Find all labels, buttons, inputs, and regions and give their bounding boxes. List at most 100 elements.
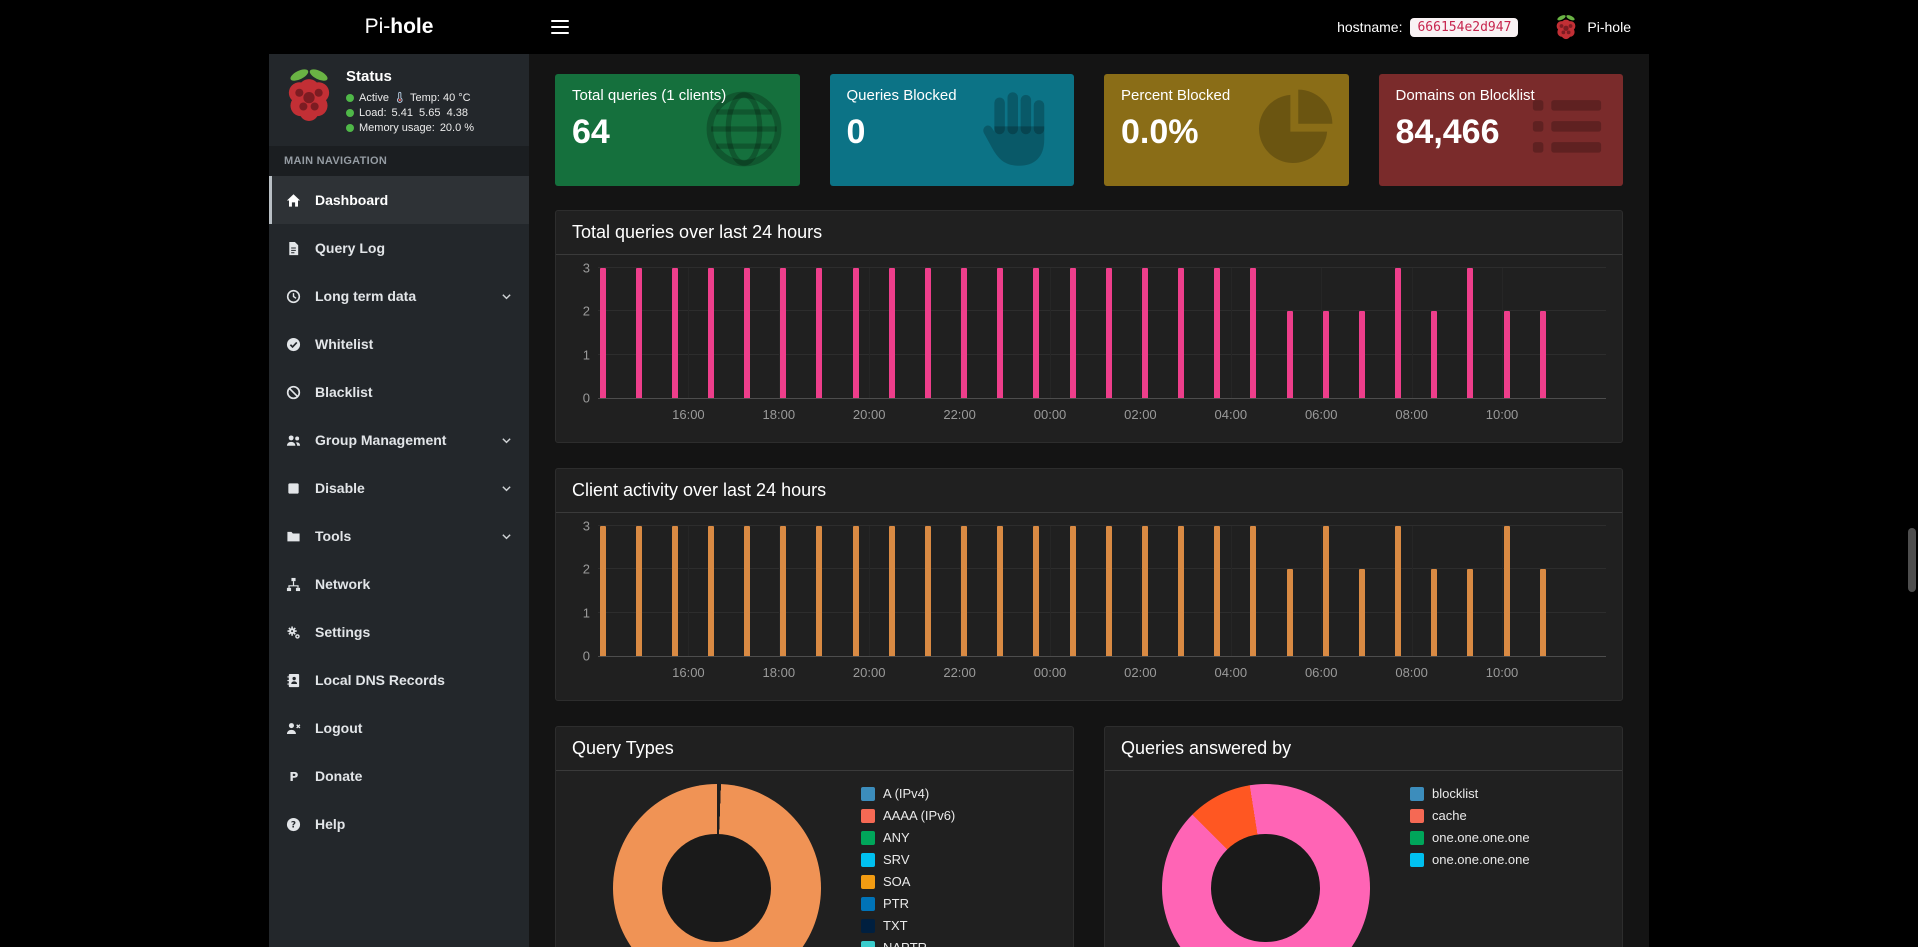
stat-card-percent-blocked[interactable]: Percent Blocked0.0%	[1104, 74, 1349, 186]
sidebar-item-logout[interactable]: Logout	[269, 704, 529, 752]
client-activity-chart[interactable]: 0123 16:0018:0020:0022:0000:0002:0004:00…	[572, 526, 1606, 686]
status-value: Temp: 40 °C	[410, 92, 471, 104]
chart-bar	[600, 526, 606, 656]
stat-cards: Total queries (1 clients)64 Queries Block…	[555, 74, 1623, 186]
stop-icon	[285, 481, 302, 496]
chart-bar	[744, 268, 750, 398]
total-queries-chart[interactable]: 0123 16:0018:0020:0022:0000:0002:0004:00…	[572, 268, 1606, 428]
brand-bold: hole	[390, 15, 433, 39]
menu-item-label: Disable	[315, 480, 365, 496]
legend-item-one-one-one-one[interactable]: one.one.one.one	[1410, 852, 1606, 867]
status-lines: ActiveTemp: 40 °CLoad:5.41 5.65 4.38Memo…	[346, 91, 474, 134]
x-tick-label: 10:00	[1486, 407, 1519, 422]
legend-item-blocklist[interactable]: blocklist	[1410, 786, 1606, 801]
menu-item-label: Donate	[315, 768, 362, 784]
stat-card-value: 64	[572, 113, 783, 152]
chart-bar	[780, 268, 786, 398]
svg-text:?: ?	[291, 820, 296, 830]
sidebar-item-whitelist[interactable]: Whitelist	[269, 320, 529, 368]
navbar-product[interactable]: Pi-hole	[1554, 14, 1631, 41]
status-line: Load:5.41 5.65 4.38	[346, 107, 474, 119]
sidebar-item-blacklist[interactable]: Blacklist	[269, 368, 529, 416]
y-tick-label: 2	[572, 304, 590, 319]
status-line: Memory usage:20.0 %	[346, 122, 474, 134]
x-tick-label: 16:00	[672, 665, 705, 680]
y-tick-label: 0	[572, 649, 590, 664]
legend-swatch	[861, 787, 875, 801]
gridline	[1412, 268, 1413, 398]
legend-item-ptr[interactable]: PTR	[861, 896, 1057, 911]
stat-card-total-queries-1-clients[interactable]: Total queries (1 clients)64	[555, 74, 800, 186]
x-tick-label: 08:00	[1395, 407, 1428, 422]
legend-label: one.one.one.one	[1432, 852, 1530, 867]
x-tick-label: 06:00	[1305, 665, 1338, 680]
chart-bar	[997, 268, 1003, 398]
x-axis: 16:0018:0020:0022:0000:0002:0004:0006:00…	[598, 662, 1606, 686]
sidebar-item-donate[interactable]: PDonate	[269, 752, 529, 800]
query-types-donut[interactable]	[613, 784, 821, 947]
chart-bar	[997, 526, 1003, 656]
chart-bar	[1287, 569, 1293, 656]
legend-item-srv[interactable]: SRV	[861, 852, 1057, 867]
chart-bar	[816, 526, 822, 656]
navbar-content: hostname: 666154e2d947 Pi-hole	[529, 0, 1649, 54]
sidebar-item-local-dns-records[interactable]: Local DNS Records	[269, 656, 529, 704]
legend-item-naptr[interactable]: NAPTR	[861, 940, 1057, 947]
legend-item-cache[interactable]: cache	[1410, 808, 1606, 823]
chart-bar	[1214, 268, 1220, 398]
sidebar-item-tools[interactable]: Tools	[269, 512, 529, 560]
sidebar-section-label: MAIN NAVIGATION	[269, 146, 529, 176]
stat-card-domains-on-blocklist[interactable]: Domains on Blocklist84,466	[1379, 74, 1624, 186]
sidebar-item-long-term-data[interactable]: Long term data	[269, 272, 529, 320]
query-types-chart	[572, 784, 861, 947]
stat-card-value: 0.0%	[1121, 113, 1332, 152]
chart-bar	[1467, 569, 1473, 656]
legend-swatch	[861, 897, 875, 911]
chart-bar	[1467, 268, 1473, 398]
chevron-down-icon	[498, 290, 515, 303]
sidebar-item-query-log[interactable]: Query Log	[269, 224, 529, 272]
status-dot-icon	[346, 94, 354, 102]
sidebar-item-help[interactable]: ?Help	[269, 800, 529, 848]
menu-item-label: Long term data	[315, 288, 416, 304]
stat-card-queries-blocked[interactable]: Queries Blocked0	[830, 74, 1075, 186]
legend-item-one-one-one-one[interactable]: one.one.one.one	[1410, 830, 1606, 845]
legend-item-a-ipv4[interactable]: A (IPv4)	[861, 786, 1057, 801]
status-info: Status ActiveTemp: 40 °CLoad:5.41 5.65 4…	[346, 67, 474, 134]
sidebar-item-settings[interactable]: Settings	[269, 608, 529, 656]
sidebar-item-disable[interactable]: Disable	[269, 464, 529, 512]
sidebar-toggle-button[interactable]	[547, 14, 573, 40]
chart-bar	[1178, 268, 1184, 398]
chart-bar	[961, 526, 967, 656]
chart-bar	[1540, 569, 1546, 656]
legend-label: NAPTR	[883, 940, 927, 947]
gridline	[1050, 526, 1051, 656]
main-content: Total queries (1 clients)64 Queries Block…	[529, 54, 1649, 947]
legend-swatch	[1410, 787, 1424, 801]
sidebar-item-group-management[interactable]: Group Management	[269, 416, 529, 464]
brand-logo[interactable]: Pi-hole	[269, 0, 529, 54]
status-text: Memory usage:	[359, 122, 435, 134]
page-scrollbar[interactable]	[1908, 0, 1916, 947]
x-tick-label: 22:00	[943, 407, 976, 422]
legend-item-any[interactable]: ANY	[861, 830, 1057, 845]
check-circle-icon	[285, 337, 302, 352]
total-queries-body: 0123 16:0018:0020:0022:0000:0002:0004:00…	[556, 255, 1622, 442]
y-tick-label: 3	[572, 519, 590, 534]
legend-item-txt[interactable]: TXT	[861, 918, 1057, 933]
scrollbar-thumb[interactable]	[1908, 528, 1916, 592]
sidebar-item-network[interactable]: Network	[269, 560, 529, 608]
gridline	[1502, 526, 1503, 656]
queries-answered-legend: blocklist cache one.one.one.one one.one.one…	[1410, 786, 1606, 874]
gridline	[869, 268, 870, 398]
x-tick-label: 04:00	[1215, 665, 1248, 680]
legend-item-soa[interactable]: SOA	[861, 874, 1057, 889]
chart-bar	[1178, 526, 1184, 656]
status-value: 5.41 5.65 4.38	[392, 107, 468, 119]
queries-answered-donut[interactable]	[1162, 784, 1370, 947]
status-dot-icon	[346, 109, 354, 117]
total-queries-panel: Total queries over last 24 hours 0123 16…	[555, 210, 1623, 443]
chart-bar	[853, 526, 859, 656]
legend-item-aaaa-ipv6[interactable]: AAAA (IPv6)	[861, 808, 1057, 823]
sidebar-item-dashboard[interactable]: Dashboard	[269, 176, 529, 224]
